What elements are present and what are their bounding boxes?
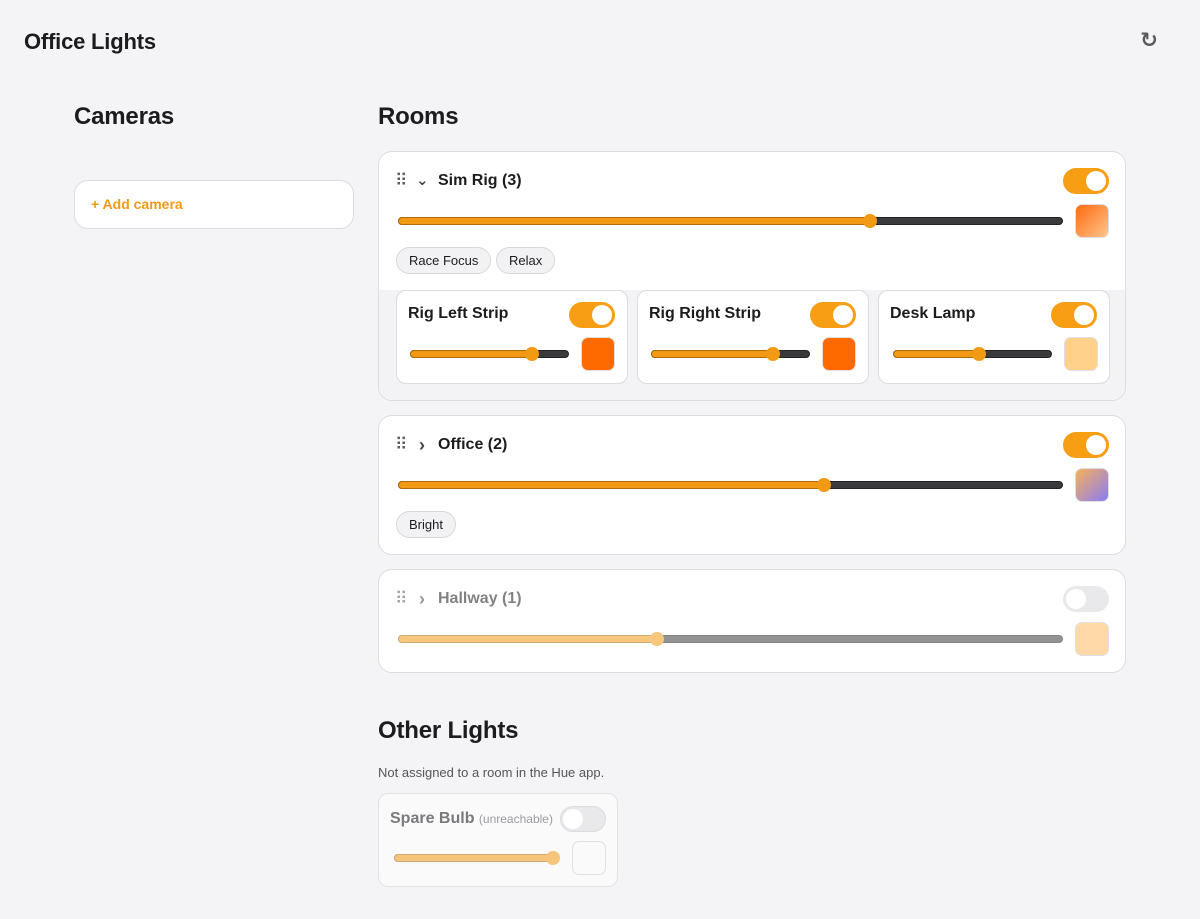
app-title: Office Lights <box>24 29 156 54</box>
light-brightness-slider[interactable] <box>394 848 560 868</box>
scene-chip-bright[interactable]: Bright <box>396 511 456 538</box>
slider-thumb[interactable] <box>863 214 878 228</box>
light-power-toggle[interactable] <box>810 302 856 328</box>
room-color-swatch[interactable] <box>1075 468 1109 502</box>
refresh-icon[interactable]: ↻ <box>1137 28 1161 54</box>
light-color-swatch[interactable] <box>572 841 606 875</box>
light-brightness-slider[interactable] <box>893 344 1052 364</box>
light-card-desk-lamp: Desk Lamp <box>878 290 1110 384</box>
room-lights-area: Rig Left Strip Rig Right Strip Desk Lamp <box>379 290 1125 400</box>
chevron-down-icon[interactable]: ⌄ <box>416 171 429 191</box>
toggle-knob <box>1066 589 1086 609</box>
light-card-rig-right-strip: Rig Right Strip <box>637 290 869 384</box>
room-color-swatch[interactable] <box>1075 622 1109 656</box>
light-name: Rig Left Strip <box>408 305 509 322</box>
cameras-title: Cameras <box>74 103 175 130</box>
light-color-swatch[interactable] <box>581 337 615 371</box>
room-name: Sim Rig (3) <box>438 172 522 189</box>
room-card-sim-rig: ⠿ ⌄ Sim Rig (3) Race Focus Relax Rig Lef… <box>378 151 1126 401</box>
room-brightness-slider[interactable] <box>398 629 1063 649</box>
spare-light-name: Spare Bulb (unreachable) <box>390 810 553 828</box>
toggle-knob <box>1074 305 1094 325</box>
toggle-knob <box>563 809 583 829</box>
slider-fill <box>651 350 774 358</box>
slider-fill <box>893 350 979 358</box>
slider-fill <box>398 481 824 489</box>
light-name: Rig Right Strip <box>649 305 761 322</box>
slider-thumb[interactable] <box>650 632 665 646</box>
rooms-title: Rooms <box>378 103 459 130</box>
slider-fill <box>410 350 533 358</box>
light-color-swatch[interactable] <box>1064 337 1098 371</box>
room-power-toggle[interactable] <box>1063 432 1109 458</box>
slider-thumb[interactable] <box>816 478 831 492</box>
light-power-toggle[interactable] <box>1051 302 1097 328</box>
room-card-hallway: ⠿ › Hallway (1) <box>378 569 1126 673</box>
toggle-knob <box>592 305 612 325</box>
chevron-right-icon[interactable]: › <box>419 435 425 455</box>
slider-thumb[interactable] <box>766 347 781 361</box>
light-card-rig-left-strip: Rig Left Strip <box>396 290 628 384</box>
light-brightness-slider[interactable] <box>410 344 569 364</box>
other-lights-title: Other Lights <box>378 717 519 744</box>
slider-thumb[interactable] <box>525 347 540 361</box>
light-power-toggle[interactable] <box>569 302 615 328</box>
room-name: Office (2) <box>438 436 508 453</box>
room-brightness-slider[interactable] <box>398 475 1063 495</box>
slider-thumb[interactable] <box>546 851 560 865</box>
add-camera-button[interactable]: + Add camera <box>74 180 354 229</box>
room-power-toggle[interactable] <box>1063 168 1109 194</box>
light-color-swatch[interactable] <box>822 337 856 371</box>
slider-fill <box>394 854 553 862</box>
scene-chip-relax[interactable]: Relax <box>496 247 556 274</box>
toggle-knob <box>1086 171 1106 191</box>
slider-fill <box>398 217 871 225</box>
drag-handle-icon[interactable]: ⠿ <box>395 589 407 609</box>
unreachable-label: (unreachable) <box>478 812 553 826</box>
room-power-toggle[interactable] <box>1063 586 1109 612</box>
scene-chip-race-focus[interactable]: Race Focus <box>396 247 492 274</box>
drag-handle-icon[interactable]: ⠿ <box>395 435 407 455</box>
room-name: Hallway (1) <box>438 590 522 607</box>
room-brightness-slider[interactable] <box>398 211 1063 231</box>
toggle-knob <box>833 305 853 325</box>
chevron-right-icon[interactable]: › <box>419 589 425 609</box>
room-color-swatch[interactable] <box>1075 204 1109 238</box>
light-brightness-slider[interactable] <box>651 344 810 364</box>
other-lights-subtitle: Not assigned to a room in the Hue app. <box>378 765 605 780</box>
light-card-spare-bulb: Spare Bulb (unreachable) <box>378 793 618 887</box>
drag-handle-icon[interactable]: ⠿ <box>395 171 407 191</box>
room-card-office: ⠿ › Office (2) Bright <box>378 415 1126 555</box>
light-name: Desk Lamp <box>890 305 976 322</box>
toggle-knob <box>1086 435 1106 455</box>
slider-thumb[interactable] <box>971 347 986 361</box>
light-name: Spare Bulb <box>390 810 475 827</box>
slider-fill <box>398 635 658 643</box>
light-power-toggle[interactable] <box>560 806 606 832</box>
